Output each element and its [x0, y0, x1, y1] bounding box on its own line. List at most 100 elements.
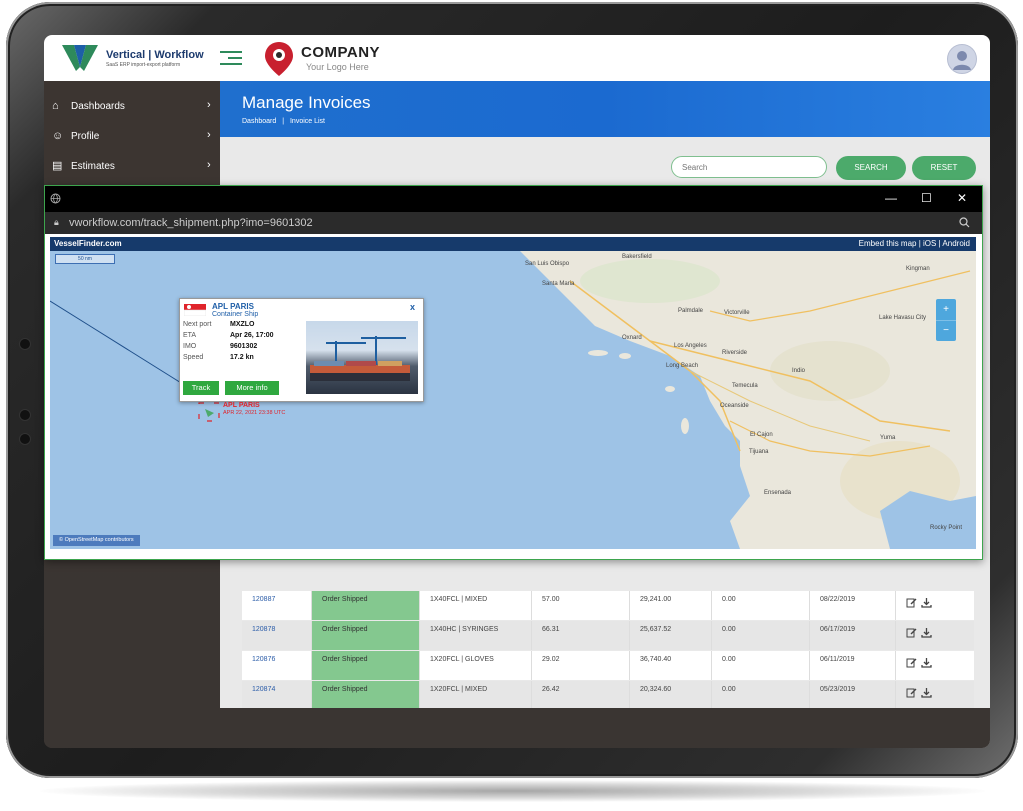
globe-icon	[50, 193, 61, 204]
container-ship-image	[310, 336, 410, 381]
invoice-amount: 25,637.52	[630, 621, 712, 650]
url-text: vworkflow.com/track_shipment.php?imo=960…	[69, 217, 313, 229]
table-row[interactable]: 120874 Order Shipped 1X20FCL | MIXED 26.42 2…	[242, 681, 974, 710]
row-actions	[896, 651, 974, 680]
sidebar-item-label: Profile	[71, 131, 100, 142]
page-banner: Manage Invoices Dashboard | Invoice List	[220, 81, 990, 137]
track-button[interactable]: Track	[183, 381, 219, 395]
download-icon[interactable]	[921, 597, 932, 608]
place-label: Ensenada	[764, 490, 792, 496]
invoice-container: 1X20FCL | GLOVES	[420, 651, 532, 680]
zoom-in-button[interactable]: +	[936, 299, 956, 321]
vessel-name[interactable]: APL PARIS	[212, 302, 254, 311]
invoice-container: 1X40FCL | MIXED	[420, 591, 532, 620]
place-label: Palmdale	[678, 308, 704, 314]
invoice-amount: 29,241.00	[630, 591, 712, 620]
invoice-status: Order Shipped	[312, 591, 420, 620]
place-label: Riverside	[722, 350, 748, 356]
invoice-weight: 66.31	[532, 621, 630, 650]
app-header: Vertical | Workflow SaaS ERP import-expo…	[44, 35, 990, 81]
place-label: Oceanside	[720, 403, 749, 409]
estimates-icon: ▤	[52, 160, 63, 172]
edit-icon[interactable]	[906, 597, 917, 608]
breadcrumb-dashboard[interactable]: Dashboard	[242, 118, 276, 125]
invoice-date: 08/22/2019	[810, 591, 896, 620]
download-icon[interactable]	[921, 687, 932, 698]
download-icon[interactable]	[921, 657, 932, 668]
breadcrumb-separator: |	[282, 118, 285, 125]
invoice-id[interactable]: 120878	[242, 621, 312, 650]
company-logo-icon	[265, 42, 293, 76]
place-label: Long Beach	[666, 363, 699, 369]
place-label: Oxnard	[622, 335, 642, 341]
field-label: ETA	[183, 332, 197, 339]
close-button[interactable]: ✕	[957, 191, 967, 205]
invoice-status: Order Shipped	[312, 651, 420, 680]
row-actions	[896, 591, 974, 620]
sidebar-item-dashboards[interactable]: ⌂ Dashboards ›	[44, 91, 220, 121]
breadcrumb-invoice-list: Invoice List	[289, 118, 326, 125]
reset-button[interactable]: RESET	[912, 156, 976, 180]
side-button	[20, 410, 30, 420]
osm-attribution[interactable]: © OpenStreetMap contributors	[53, 535, 140, 546]
table-row[interactable]: 120878 Order Shipped 1X40HC | SYRINGES 66.3…	[242, 621, 974, 650]
place-label: Santa Maria	[542, 281, 575, 287]
table-row[interactable]: 120887 Order Shipped 1X40FCL | MIXED 57.00 2…	[242, 591, 974, 620]
menu-toggle-icon[interactable]	[220, 51, 242, 65]
footer-area	[220, 708, 990, 748]
table-row[interactable]: 120876 Order Shipped 1X20FCL | GLOVES 29.02…	[242, 651, 974, 680]
chevron-right-icon: ›	[207, 129, 211, 141]
field-label: Next port	[183, 321, 212, 328]
invoice-date: 06/17/2019	[810, 621, 896, 650]
sidebar-item-estimates[interactable]: ▤ Estimates ›	[44, 151, 220, 181]
place-label: Yuma	[880, 435, 896, 441]
vesselfinder-links[interactable]: Embed this map | iOS | Android	[859, 239, 970, 248]
invoice-weight: 29.02	[532, 651, 630, 680]
place-label: Temecula	[732, 383, 758, 389]
side-button	[20, 434, 30, 444]
invoice-other: 0.00	[712, 591, 810, 620]
field-value: Apr 26, 17:00	[230, 332, 274, 339]
vessel-map-label[interactable]: APL PARIS	[223, 402, 260, 409]
row-actions	[896, 621, 974, 650]
edit-icon[interactable]	[906, 687, 917, 698]
more-info-button[interactable]: More info	[225, 381, 279, 395]
search-button[interactable]: SEARCH	[836, 156, 906, 180]
vertical-workflow-logo-icon	[62, 45, 98, 71]
invoice-other: 0.00	[712, 681, 810, 710]
invoice-other: 0.00	[712, 621, 810, 650]
address-bar[interactable]: 🔒︎ vworkflow.com/track_shipment.php?imo=…	[45, 212, 982, 234]
invoice-date: 05/23/2019	[810, 681, 896, 710]
close-icon[interactable]: x	[410, 302, 415, 312]
brand-name: Vertical | Workflow	[106, 49, 204, 61]
maximize-button[interactable]: ☐	[921, 191, 932, 205]
company-tagline: Your Logo Here	[306, 62, 369, 72]
vessel-map[interactable]: VesselFinder.com Embed this map | iOS | …	[50, 237, 976, 549]
tracking-popup-window: — ☐ ✕ 🔒︎ vworkflow.com/track_shipment.ph…	[44, 185, 983, 560]
row-actions	[896, 681, 974, 710]
company-name: COMPANY	[301, 44, 381, 61]
user-avatar[interactable]	[947, 44, 977, 74]
map-zoom-control: + −	[936, 299, 956, 341]
invoice-id[interactable]: 120874	[242, 681, 312, 710]
brand-tagline: SaaS ERP import-export platform	[106, 62, 181, 68]
zoom-search-icon[interactable]	[959, 217, 970, 228]
edit-icon[interactable]	[906, 627, 917, 638]
download-icon[interactable]	[921, 627, 932, 638]
invoice-amount: 36,740.40	[630, 651, 712, 680]
sidebar-item-profile[interactable]: ☺ Profile ›	[44, 121, 220, 151]
invoice-id[interactable]: 120876	[242, 651, 312, 680]
invoice-date: 06/11/2019	[810, 651, 896, 680]
page-title: Manage Invoices	[242, 93, 371, 112]
field-label: IMO	[183, 343, 197, 350]
invoice-id[interactable]: 120887	[242, 591, 312, 620]
device-shadow	[40, 780, 985, 802]
place-label: San Luis Obispo	[525, 261, 570, 267]
zoom-out-button[interactable]: −	[936, 321, 956, 341]
search-input[interactable]	[671, 156, 827, 178]
place-label: Bakersfield	[622, 254, 652, 260]
field-value: MXZLO	[230, 321, 255, 328]
edit-icon[interactable]	[906, 657, 917, 668]
minimize-button[interactable]: —	[885, 191, 897, 205]
vesselfinder-brand[interactable]: VesselFinder.com	[54, 239, 122, 248]
